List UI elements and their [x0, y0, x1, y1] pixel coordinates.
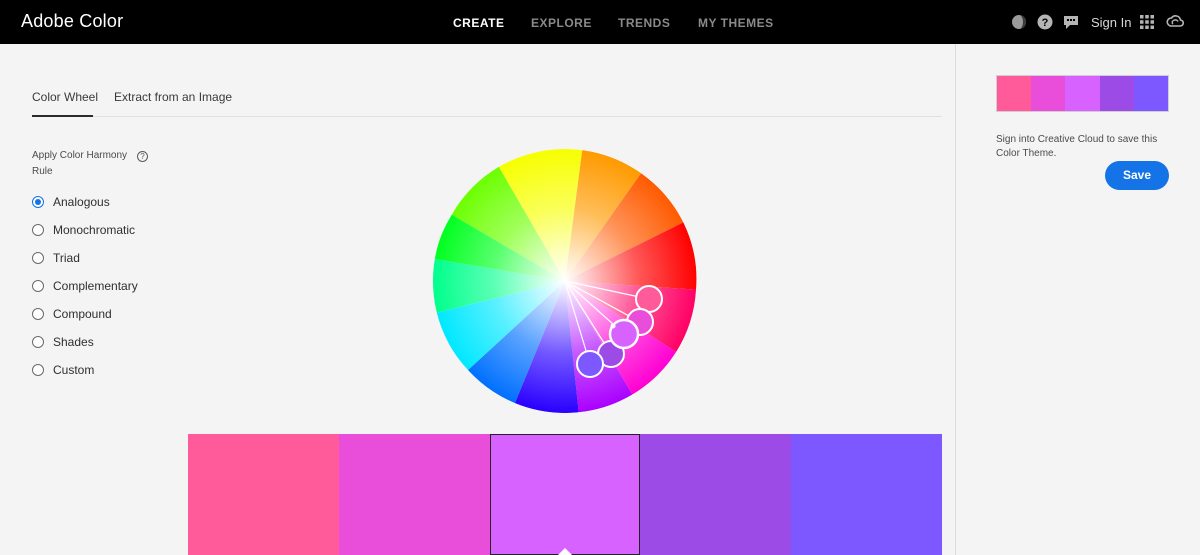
preview-swatch-5 [1133, 76, 1169, 111]
sign-in-link[interactable]: Sign In [1091, 15, 1131, 30]
main-area: Color Wheel Extract from an Image Apply … [0, 44, 955, 555]
swatch-2[interactable] [338, 434, 490, 555]
svg-text:?: ? [1042, 17, 1049, 29]
color-swatches [188, 434, 942, 555]
apps-grid-icon[interactable] [1139, 14, 1155, 30]
swatch-3[interactable] [489, 434, 641, 555]
base-color-marker [610, 323, 616, 329]
swatch-4[interactable] [640, 434, 792, 555]
theme-toggle-icon[interactable] [1011, 14, 1027, 30]
hue-ring[interactable] [432, 149, 697, 413]
preview-swatch-4 [1099, 76, 1134, 111]
nav-trends[interactable]: TRENDS [618, 16, 670, 30]
app-title[interactable]: Adobe Color [21, 11, 123, 32]
swatch-5[interactable] [791, 434, 942, 555]
theme-preview [996, 75, 1169, 112]
feedback-icon[interactable] [1063, 14, 1079, 30]
save-button[interactable]: Save [1105, 161, 1169, 190]
color-wheel[interactable] [0, 44, 955, 434]
preview-swatch-1 [997, 76, 1032, 111]
preview-swatch-3 [1065, 76, 1100, 111]
preview-swatch-2 [1031, 76, 1066, 111]
theme-sidebar: Sign into Creative Cloud to save this Co… [955, 44, 1200, 555]
help-icon[interactable]: ? [1037, 14, 1053, 30]
color-handle-5[interactable] [576, 350, 604, 378]
nav-explore[interactable]: EXPLORE [531, 16, 592, 30]
top-bar: Adobe Color CREATE EXPLORE TRENDS MY THE… [0, 0, 1200, 44]
nav-create[interactable]: CREATE [453, 16, 504, 30]
nav-my-themes[interactable]: MY THEMES [698, 16, 774, 30]
selected-swatch-caret [557, 548, 572, 555]
creative-cloud-icon[interactable] [1166, 13, 1184, 31]
creative-cloud-message: Sign into Creative Cloud to save this Co… [996, 134, 1158, 159]
swatch-1[interactable] [188, 434, 339, 555]
